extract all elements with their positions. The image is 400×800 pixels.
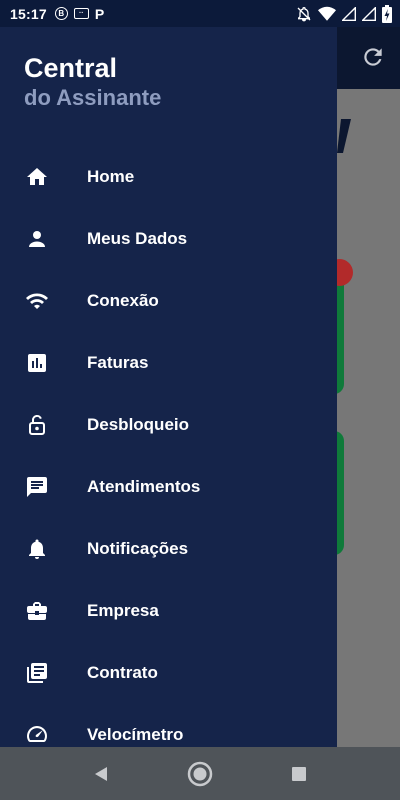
status-left-icons: B ·· P	[54, 5, 105, 22]
home-circle-icon[interactable]	[187, 761, 213, 787]
menu-item-faturas[interactable]: Faturas	[0, 332, 337, 394]
signal-icon	[362, 6, 376, 21]
bell-icon	[25, 537, 49, 561]
drawer-subtitle: do Assinante	[24, 85, 162, 110]
menu-item-label: Atendimentos	[87, 477, 201, 496]
person-icon	[25, 227, 49, 251]
status-right-icons	[296, 0, 392, 27]
menu-item-notificacoes[interactable]: Notificações	[0, 518, 337, 580]
menu-item-contrato[interactable]: Contrato	[0, 642, 337, 704]
background-logo-fragment	[337, 119, 351, 153]
drawer-title: Central	[24, 53, 118, 83]
bar-chart-icon	[25, 351, 49, 375]
notifications-off-icon	[297, 6, 311, 21]
refresh-icon[interactable]	[360, 44, 386, 70]
menu-item-label: Home	[87, 167, 135, 186]
speedometer-icon	[25, 723, 49, 747]
briefcase-icon	[25, 599, 49, 623]
menu-item-label: Empresa	[87, 601, 159, 620]
wifi-icon	[318, 6, 336, 21]
menu-item-label: Faturas	[87, 353, 149, 372]
menu-item-empresa[interactable]: Empresa	[0, 580, 337, 642]
navigation-drawer: Central do Assinante Home Meus Dados Con…	[0, 27, 337, 747]
back-icon[interactable]	[88, 761, 114, 787]
chat-icon	[25, 475, 49, 499]
menu-item-label: Desbloqueio	[87, 415, 190, 434]
b-circle-icon: B	[54, 7, 68, 20]
unlock-icon	[25, 413, 49, 437]
menu-item-label: Contrato	[87, 663, 158, 682]
system-navigation-bar	[0, 747, 400, 800]
p-icon: P	[94, 5, 105, 22]
menu-item-label: Notificações	[87, 539, 189, 558]
home-icon	[25, 165, 49, 189]
menu-item-atendimentos[interactable]: Atendimentos	[0, 456, 337, 518]
menu-item-label: Velocímetro	[87, 725, 184, 744]
signal-icon	[342, 6, 356, 21]
battery-charging-icon	[382, 4, 392, 23]
menu-item-label: Meus Dados	[87, 229, 188, 248]
status-time: 15:17	[10, 5, 47, 22]
menu-item-velocimetro[interactable]: Velocímetro	[0, 704, 337, 747]
drawer-header: Central do Assinante	[24, 51, 161, 111]
message-box-icon: ··	[73, 8, 89, 19]
menu-item-home[interactable]: Home	[0, 146, 337, 208]
status-bar: 15:17 B ·· P	[0, 0, 400, 27]
menu-item-conexao[interactable]: Conexão	[0, 270, 337, 332]
document-list-icon	[25, 661, 49, 685]
menu-item-desbloqueio[interactable]: Desbloqueio	[0, 394, 337, 456]
recents-icon[interactable]	[286, 761, 312, 787]
menu-item-label: Conexão	[87, 291, 159, 310]
drawer-menu: Home Meus Dados Conexão Faturas Desbloqu…	[0, 146, 337, 747]
menu-item-meus-dados[interactable]: Meus Dados	[0, 208, 337, 270]
wifi-icon	[25, 289, 49, 313]
